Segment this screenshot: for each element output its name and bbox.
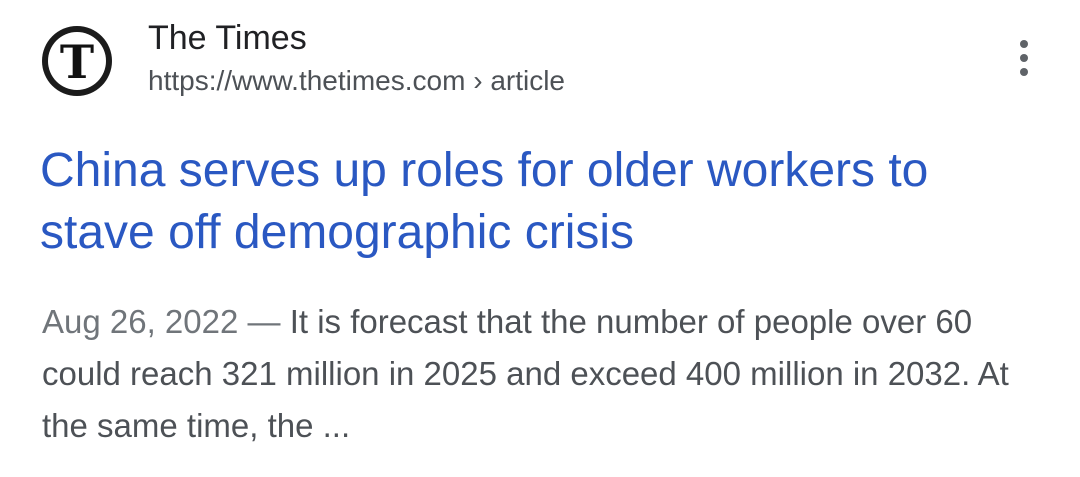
site-header[interactable]: T The Times https://www.thetimes.com › a… <box>40 18 1000 104</box>
result-title-link[interactable]: China serves up roles for older workers … <box>40 140 1040 264</box>
search-result-card: T The Times https://www.thetimes.com › a… <box>0 0 1080 477</box>
site-url[interactable]: https://www.thetimes.com › article <box>148 64 565 98</box>
more-vert-icon-dot-middle <box>1020 54 1028 62</box>
more-vert-icon-dot-bottom <box>1020 68 1028 76</box>
more-vert-icon-dot-top <box>1020 40 1028 48</box>
result-date: Aug 26, 2022 — <box>42 303 290 340</box>
favicon-letter: T <box>59 35 95 89</box>
favicon-inner: T <box>48 32 106 90</box>
result-snippet: Aug 26, 2022 — It is forecast that the n… <box>42 296 1042 452</box>
the-times-logo-icon: T <box>42 26 112 96</box>
site-name[interactable]: The Times <box>148 18 307 58</box>
more-options-button[interactable] <box>1004 36 1044 80</box>
